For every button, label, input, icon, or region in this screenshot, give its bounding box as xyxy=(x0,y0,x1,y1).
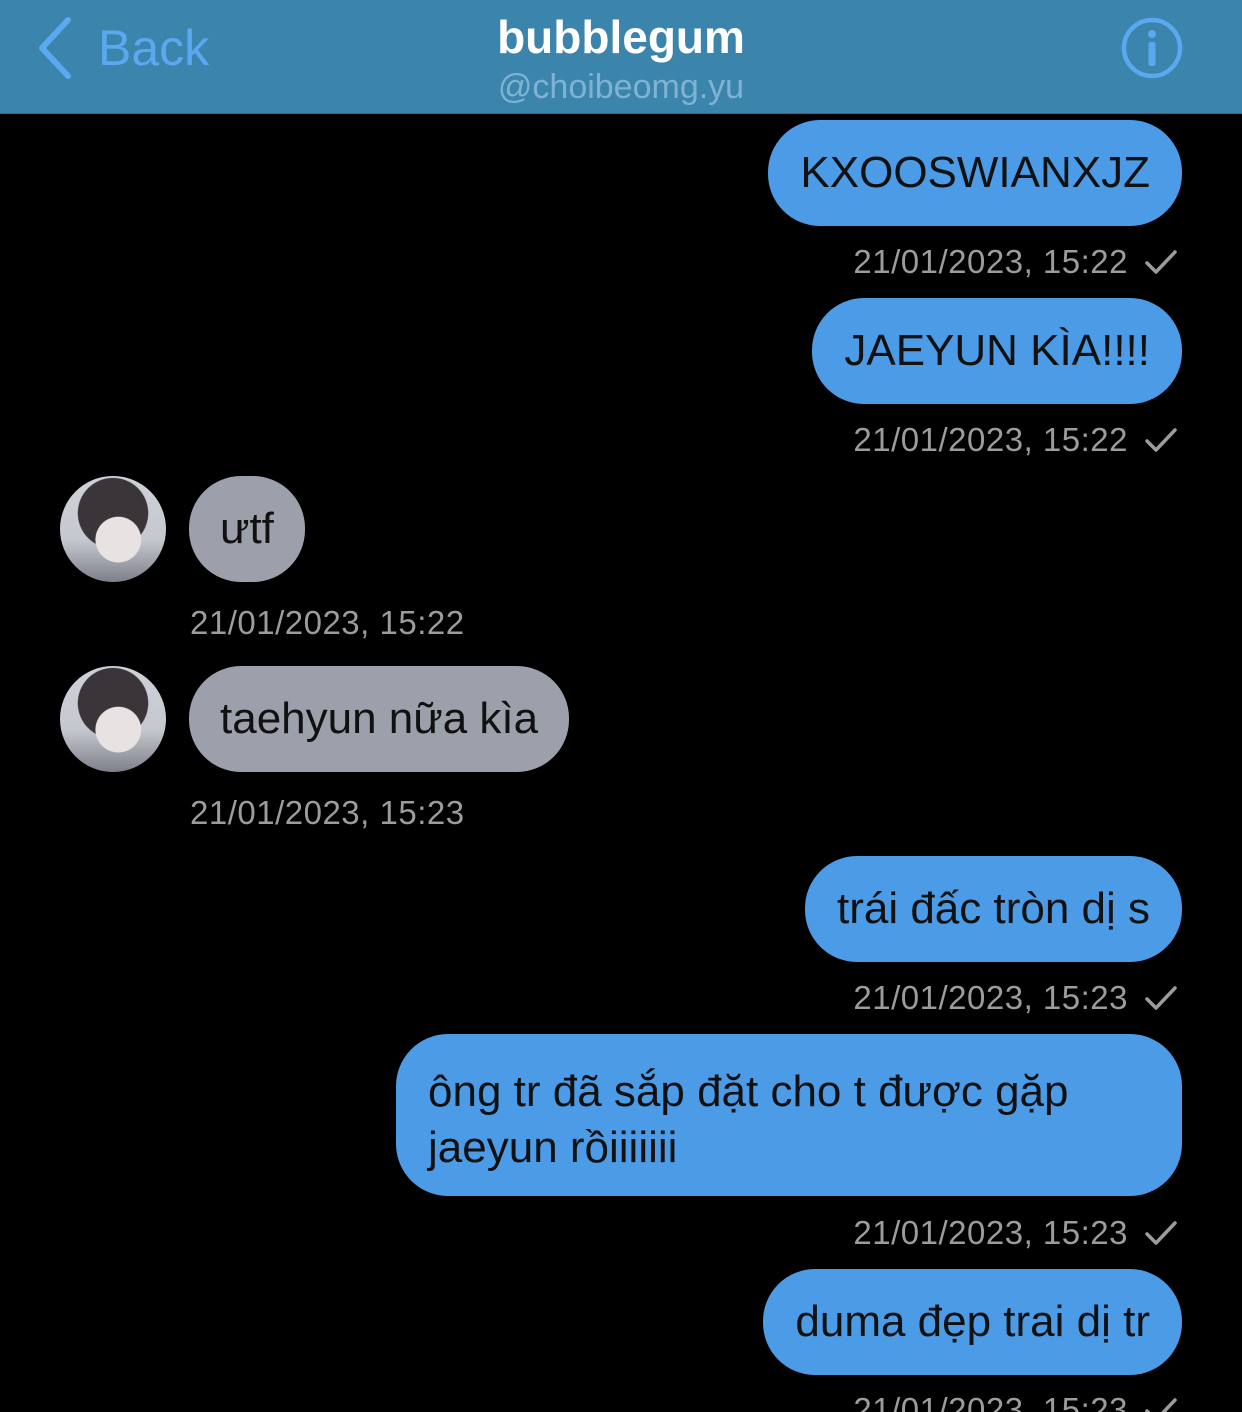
info-button[interactable] xyxy=(1120,16,1184,80)
message-meta: 21/01/2023, 15:23 xyxy=(853,1390,1178,1412)
avatar[interactable] xyxy=(60,666,166,772)
chat-username: @choibeomg.yu xyxy=(497,68,745,106)
message-timestamp: 21/01/2023, 15:22 xyxy=(190,604,465,641)
checkmark-icon xyxy=(1145,250,1177,274)
message-text: ưtf xyxy=(220,504,274,553)
message-meta: 21/01/2023, 15:22 xyxy=(190,603,465,643)
message-bubble[interactable]: duma đẹp trai dị tr xyxy=(763,1269,1182,1375)
message-timestamp: 21/01/2023, 15:22 xyxy=(853,421,1128,458)
checkmark-icon xyxy=(1145,1398,1177,1412)
message-meta: 21/01/2023, 15:23 xyxy=(853,1213,1178,1253)
message-text: KXOOSWIANXJZ xyxy=(800,148,1150,197)
message-bubble[interactable]: ông tr đã sắp đặt cho t được gặp jaeyun … xyxy=(396,1034,1182,1196)
message-meta: 21/01/2023, 15:23 xyxy=(190,793,465,833)
message-meta: 21/01/2023, 15:22 xyxy=(853,420,1178,460)
message-timestamp: 21/01/2023, 15:23 xyxy=(853,1214,1128,1251)
checkmark-icon xyxy=(1145,1221,1177,1245)
message-bubble[interactable]: JAEYUN KÌA!!!! xyxy=(812,298,1182,404)
message-text: JAEYUN KÌA!!!! xyxy=(844,326,1150,375)
message-text: trái đấc tròn dị s xyxy=(836,884,1150,933)
info-circle-icon xyxy=(1121,17,1183,79)
checkmark-icon xyxy=(1145,428,1177,452)
message-meta: 21/01/2023, 15:22 xyxy=(853,242,1178,282)
message-text: duma đẹp trai dị tr xyxy=(795,1297,1150,1346)
message-bubble[interactable]: ưtf xyxy=(189,476,305,582)
message-timestamp: 21/01/2023, 15:22 xyxy=(853,243,1128,280)
chat-title: bubblegum xyxy=(497,11,745,63)
message-text: taehyun nữa kìa xyxy=(220,694,539,743)
message-text: ông tr đã sắp đặt cho t được gặp jaeyun … xyxy=(428,1067,1069,1172)
chat-header: Back bubblegum @choibeomg.yu xyxy=(0,0,1242,114)
chat-screen: Back bubblegum @choibeomg.yu KXOOSWIANXJ… xyxy=(0,0,1242,1412)
avatar[interactable] xyxy=(60,476,166,582)
message-meta: 21/01/2023, 15:23 xyxy=(853,978,1178,1018)
message-bubble[interactable]: trái đấc tròn dị s xyxy=(804,856,1182,962)
checkmark-icon xyxy=(1145,986,1177,1010)
message-bubble[interactable]: KXOOSWIANXJZ xyxy=(768,120,1182,226)
message-timestamp: 21/01/2023, 15:23 xyxy=(190,794,465,831)
message-timestamp: 21/01/2023, 15:23 xyxy=(853,1391,1128,1412)
message-timestamp: 21/01/2023, 15:23 xyxy=(853,979,1128,1016)
message-bubble[interactable]: taehyun nữa kìa xyxy=(189,666,570,772)
